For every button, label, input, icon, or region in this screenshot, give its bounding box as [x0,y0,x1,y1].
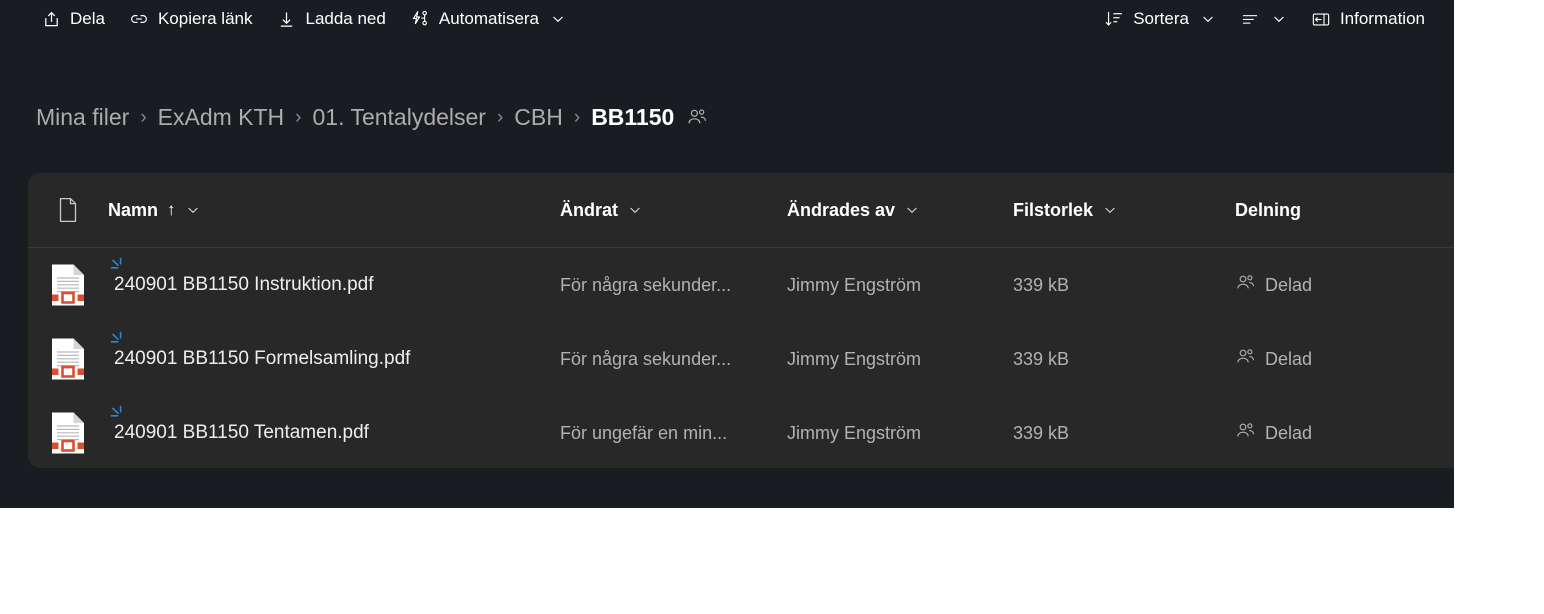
breadcrumb-separator: › [573,106,581,128]
column-header-name[interactable]: Namn ↑ [108,200,560,221]
chevron-down-icon [1102,202,1118,218]
new-file-badge-icon [110,405,126,421]
column-header-modified-by-label: Ändrades av [787,199,896,220]
view-list-icon [1240,9,1260,29]
breadcrumb-item-mina-filer[interactable]: Mina filer [36,104,129,131]
automate-bolt-icon [410,9,430,29]
file-icon-cell [28,337,108,381]
breadcrumb: Mina filer › ExAdm KTH › 01. Tentalydels… [36,98,708,136]
file-modified-cell: För några sekunder... [560,274,732,295]
file-modified-cell: För några sekunder... [560,348,732,369]
breadcrumb-separator: › [140,106,147,128]
pdf-file-icon [49,337,87,381]
file-modified-by-cell: Jimmy Engström [787,348,922,369]
command-bar-left-group: Dela Kopiera länk Ladda ned Automatisera [30,3,577,35]
file-list-header: Namn ↑ Ändrat Ändrades av Filstorlek Del… [28,173,1454,248]
file-sharing-label: Delad [1265,274,1313,295]
document-icon [57,197,79,223]
breadcrumb-item-cbh[interactable]: CBH [514,104,563,131]
information-button-label: Information [1339,9,1425,28]
breadcrumb-item-exadm-kth[interactable]: ExAdm KTH [158,104,285,131]
information-button[interactable]: Information [1300,3,1436,35]
chevron-down-icon [1200,11,1216,27]
file-icon-cell [28,411,108,455]
file-sharing-label: Delad [1265,348,1313,369]
share-button-label: Dela [70,9,105,28]
automate-button-label: Automatisera [438,9,540,28]
file-size-cell: 339 kB [1013,274,1070,295]
sort-button-label: Sortera [1133,9,1189,28]
column-header-icon[interactable] [28,197,108,223]
people-icon [1235,421,1256,445]
file-name-cell[interactable]: 240901 BB1150 Formelsamling.pdf [108,331,560,370]
pdf-file-icon [49,263,87,307]
column-header-modified[interactable]: Ändrat [560,200,787,221]
file-sharing-cell[interactable]: Delad [1235,273,1454,297]
people-icon [1235,273,1256,297]
download-button[interactable]: Ladda ned [265,3,396,35]
command-bar: Dela Kopiera länk Ladda ned Automatisera… [0,0,1454,38]
file-name-label: 240901 BB1150 Instruktion.pdf [114,274,374,295]
file-modified-by-cell: Jimmy Engström [787,422,922,443]
chevron-down-icon [1271,11,1287,27]
sort-icon [1104,9,1124,29]
share-icon [41,9,61,29]
share-button[interactable]: Dela [30,3,116,35]
view-options-button[interactable] [1229,3,1298,35]
table-row[interactable]: 240901 BB1150 Formelsamling.pdf För någr… [28,322,1454,396]
chevron-down-icon [627,202,643,218]
breadcrumb-separator: › [496,106,504,128]
file-sharing-cell[interactable]: Delad [1235,347,1454,371]
people-icon [1235,347,1256,371]
file-modified-by-cell: Jimmy Engström [787,274,922,295]
sort-ascending-icon: ↑ [167,200,176,219]
file-name-label: 240901 BB1150 Tentamen.pdf [114,422,369,443]
chevron-down-icon [185,202,201,218]
file-size-cell: 339 kB [1013,348,1070,369]
column-header-modified-by[interactable]: Ändrades av [787,200,1013,221]
column-header-name-label: Namn [108,199,159,220]
file-sharing-label: Delad [1265,422,1313,443]
column-header-sharing-label: Delning [1235,199,1301,220]
copy-link-button[interactable]: Kopiera länk [118,3,264,35]
column-header-filesize[interactable]: Filstorlek [1013,200,1235,221]
info-panel-icon [1311,9,1331,29]
file-list-panel: Namn ↑ Ändrat Ändrades av Filstorlek Del… [28,173,1454,468]
chevron-down-icon [550,11,566,27]
file-name-label: 240901 BB1150 Formelsamling.pdf [114,348,411,369]
column-header-modified-label: Ändrat [560,199,618,220]
download-button-label: Ladda ned [305,9,386,28]
table-row[interactable]: 240901 BB1150 Tentamen.pdf För ungefär e… [28,396,1454,468]
copy-link-button-label: Kopiera länk [157,9,253,28]
file-size-cell: 339 kB [1013,422,1070,443]
download-icon [276,9,296,29]
column-header-filesize-label: Filstorlek [1013,199,1094,220]
pdf-file-icon [49,411,87,455]
column-header-sharing[interactable]: Delning [1235,200,1454,221]
onedrive-file-browser: Dela Kopiera länk Ladda ned Automatisera… [0,0,1454,508]
automate-button[interactable]: Automatisera [399,3,577,35]
people-icon[interactable] [686,107,708,127]
new-file-badge-icon [110,257,126,273]
command-bar-right-group: Sortera Information [1093,0,1436,38]
file-sharing-cell[interactable]: Delad [1235,421,1454,445]
file-modified-cell: För ungefär en min... [560,422,728,443]
chevron-down-icon [904,202,920,218]
breadcrumb-item-bb1150[interactable]: BB1150 [591,104,674,131]
file-icon-cell [28,263,108,307]
file-name-cell[interactable]: 240901 BB1150 Tentamen.pdf [108,405,560,444]
file-name-cell[interactable]: 240901 BB1150 Instruktion.pdf [108,257,560,296]
sort-button[interactable]: Sortera [1093,3,1227,35]
breadcrumb-item-tentalydelser[interactable]: 01. Tentalydelser [313,104,486,131]
link-icon [129,9,149,29]
new-file-badge-icon [110,331,126,347]
table-row[interactable]: 240901 BB1150 Instruktion.pdf För några … [28,248,1454,322]
breadcrumb-separator: › [295,106,302,128]
